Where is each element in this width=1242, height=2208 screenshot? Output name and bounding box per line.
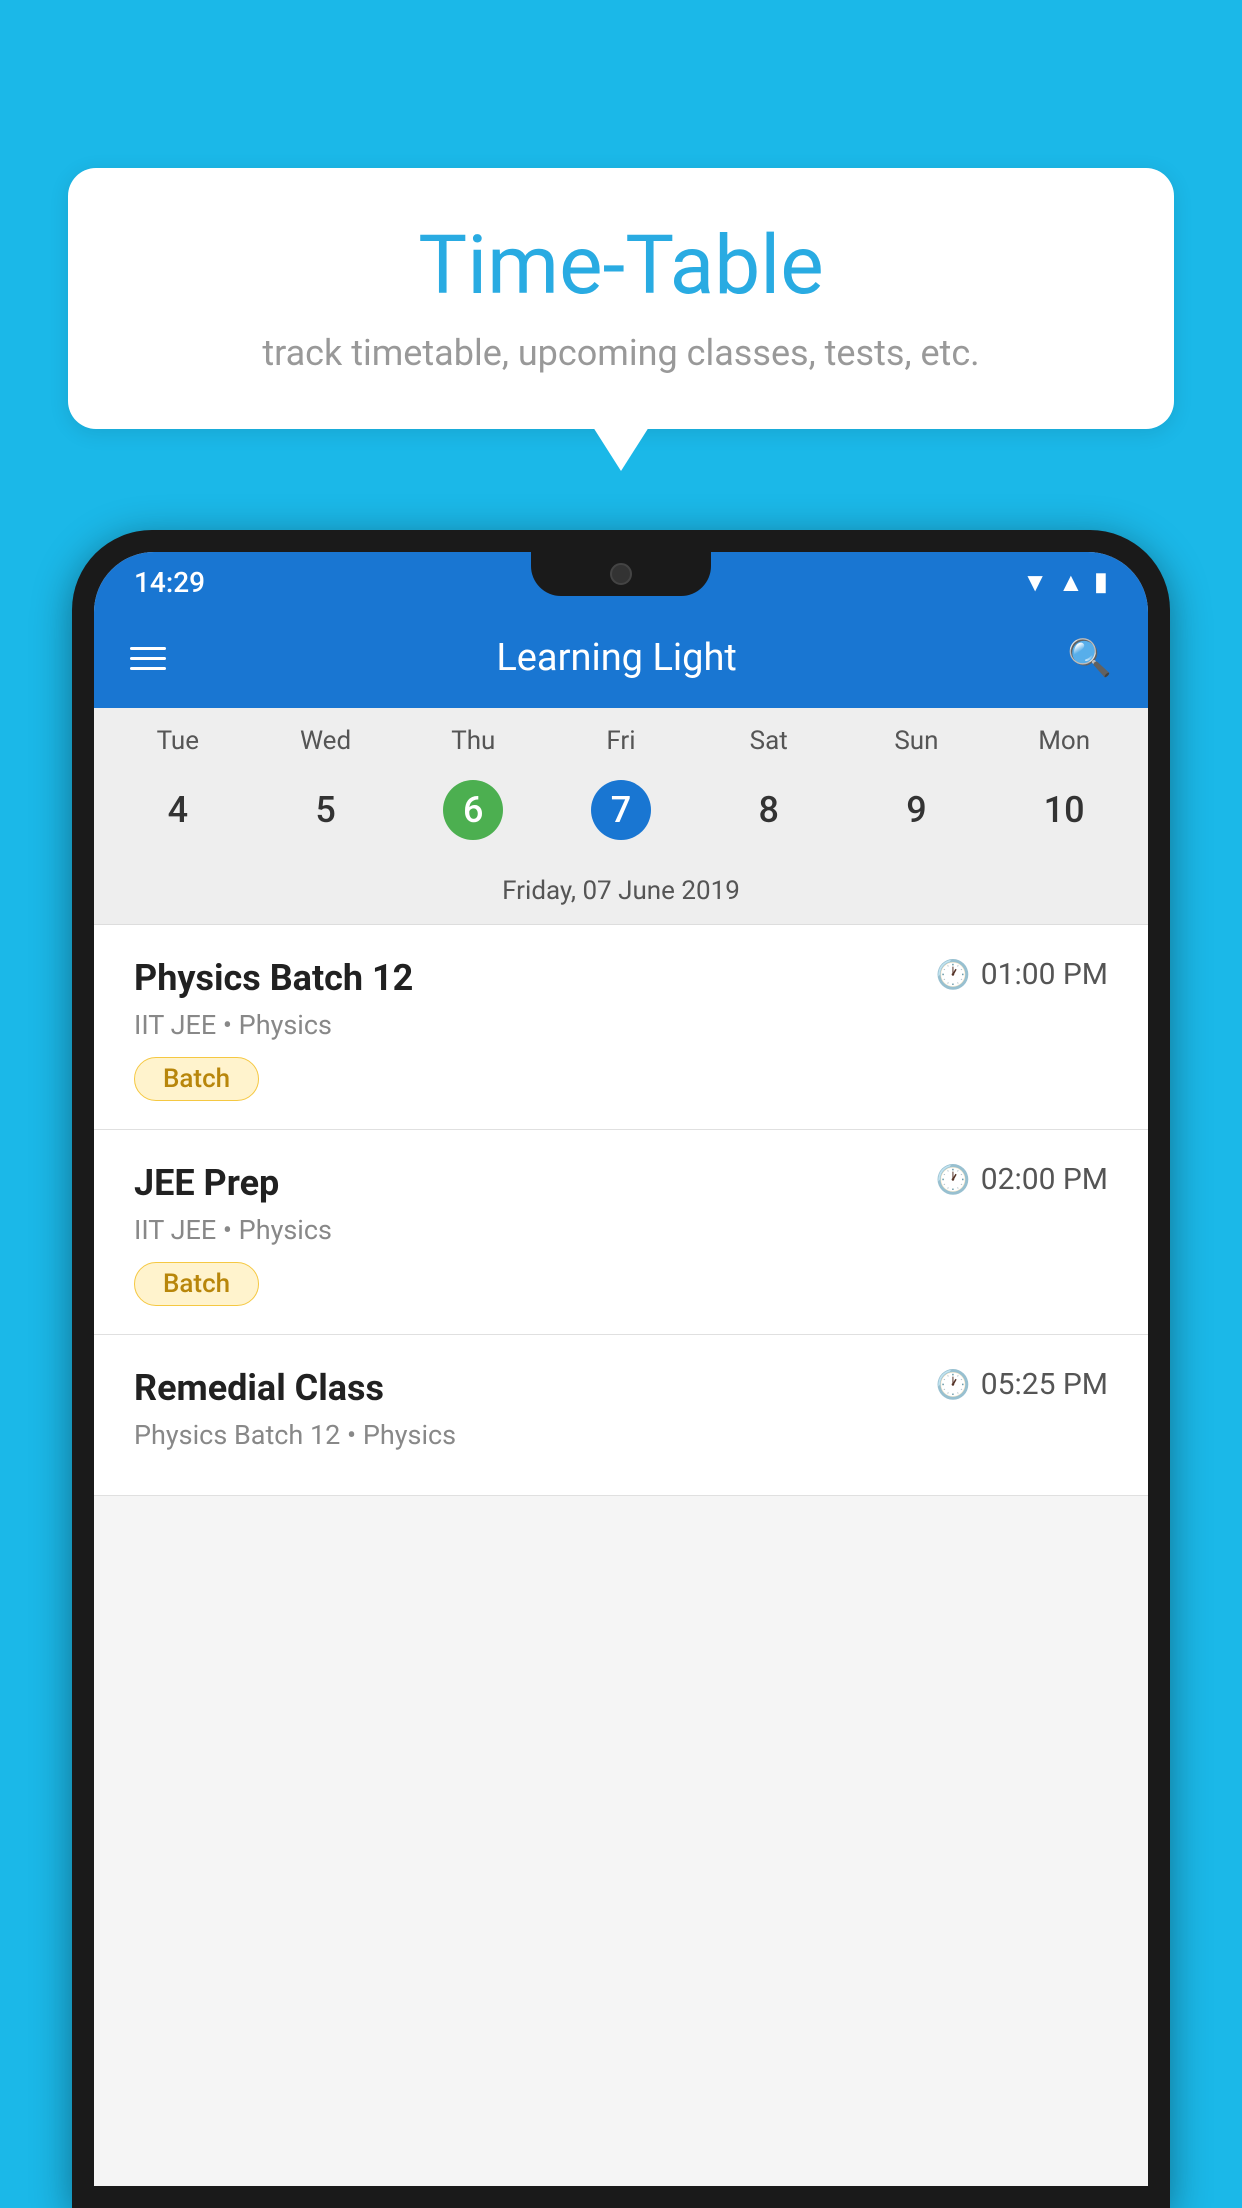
day-wed: Wed bbox=[252, 726, 400, 756]
schedule-list: Physics Batch 12 🕐 01:00 PM IIT JEE • Ph… bbox=[94, 925, 1148, 1496]
calendar-date-10[interactable]: 10 bbox=[990, 772, 1138, 848]
speech-bubble-container: Time-Table track timetable, upcoming cla… bbox=[68, 168, 1174, 429]
front-camera bbox=[610, 563, 632, 585]
calendar-date-8[interactable]: 8 bbox=[695, 772, 843, 848]
calendar-section: Tue Wed Thu Fri Sat Sun Mon 4 5 6 7 8 9 … bbox=[94, 708, 1148, 925]
app-bar: Learning Light 🔍 bbox=[94, 608, 1148, 708]
time-value-3: 05:25 PM bbox=[981, 1367, 1108, 1402]
schedule-item-jee-prep[interactable]: JEE Prep 🕐 02:00 PM IIT JEE • Physics Ba… bbox=[94, 1130, 1148, 1335]
signal-icon: ▲ bbox=[1058, 567, 1084, 598]
schedule-title-1: Physics Batch 12 bbox=[134, 957, 413, 999]
time-value-2: 02:00 PM bbox=[981, 1162, 1108, 1197]
batch-badge-1: Batch bbox=[134, 1057, 259, 1101]
schedule-time-3: 🕐 05:25 PM bbox=[936, 1367, 1108, 1402]
battery-icon: ▮ bbox=[1094, 567, 1108, 597]
day-sun: Sun bbox=[843, 726, 991, 756]
phone-screen: 14:29 ▼ ▲ ▮ Learning Light 🔍 Tue Wed Thu bbox=[94, 552, 1148, 2186]
schedule-subtitle-1: IIT JEE • Physics bbox=[134, 1009, 1108, 1041]
calendar-dates: 4 5 6 7 8 9 10 bbox=[94, 764, 1148, 866]
day-tue: Tue bbox=[104, 726, 252, 756]
calendar-date-7-selected[interactable]: 7 bbox=[547, 772, 695, 848]
bubble-title: Time-Table bbox=[108, 218, 1134, 314]
calendar-days-header: Tue Wed Thu Fri Sat Sun Mon bbox=[94, 708, 1148, 764]
schedule-subtitle-3: Physics Batch 12 • Physics bbox=[134, 1419, 1108, 1451]
schedule-time-2: 🕐 02:00 PM bbox=[936, 1162, 1108, 1197]
day-sat: Sat bbox=[695, 726, 843, 756]
day-thu: Thu bbox=[399, 726, 547, 756]
clock-icon-2: 🕐 bbox=[936, 1163, 971, 1196]
clock-icon-1: 🕐 bbox=[936, 958, 971, 991]
phone-notch bbox=[531, 552, 711, 596]
schedule-item-remedial[interactable]: Remedial Class 🕐 05:25 PM Physics Batch … bbox=[94, 1335, 1148, 1496]
search-icon[interactable]: 🔍 bbox=[1067, 637, 1112, 679]
calendar-date-6-today[interactable]: 6 bbox=[399, 772, 547, 848]
day-fri: Fri bbox=[547, 726, 695, 756]
schedule-item-header-3: Remedial Class 🕐 05:25 PM bbox=[134, 1367, 1108, 1409]
bubble-subtitle: track timetable, upcoming classes, tests… bbox=[108, 332, 1134, 374]
day-mon: Mon bbox=[990, 726, 1138, 756]
phone-frame: 14:29 ▼ ▲ ▮ Learning Light 🔍 Tue Wed Thu bbox=[72, 530, 1170, 2208]
speech-bubble: Time-Table track timetable, upcoming cla… bbox=[68, 168, 1174, 429]
app-title: Learning Light bbox=[194, 636, 1039, 680]
schedule-item-header-2: JEE Prep 🕐 02:00 PM bbox=[134, 1162, 1108, 1204]
calendar-date-9[interactable]: 9 bbox=[843, 772, 991, 848]
schedule-item-physics-batch[interactable]: Physics Batch 12 🕐 01:00 PM IIT JEE • Ph… bbox=[94, 925, 1148, 1130]
time-value-1: 01:00 PM bbox=[981, 957, 1108, 992]
schedule-title-3: Remedial Class bbox=[134, 1367, 384, 1409]
schedule-title-2: JEE Prep bbox=[134, 1162, 279, 1204]
calendar-date-4[interactable]: 4 bbox=[104, 772, 252, 848]
hamburger-menu-button[interactable] bbox=[130, 647, 166, 670]
clock-icon-3: 🕐 bbox=[936, 1368, 971, 1401]
status-time: 14:29 bbox=[134, 566, 205, 599]
schedule-time-1: 🕐 01:00 PM bbox=[936, 957, 1108, 992]
batch-badge-2: Batch bbox=[134, 1262, 259, 1306]
selected-date-label: Friday, 07 June 2019 bbox=[94, 866, 1148, 925]
calendar-date-5[interactable]: 5 bbox=[252, 772, 400, 848]
wifi-icon: ▼ bbox=[1022, 567, 1048, 598]
status-icons: ▼ ▲ ▮ bbox=[1022, 567, 1108, 598]
schedule-subtitle-2: IIT JEE • Physics bbox=[134, 1214, 1108, 1246]
schedule-item-header-1: Physics Batch 12 🕐 01:00 PM bbox=[134, 957, 1108, 999]
